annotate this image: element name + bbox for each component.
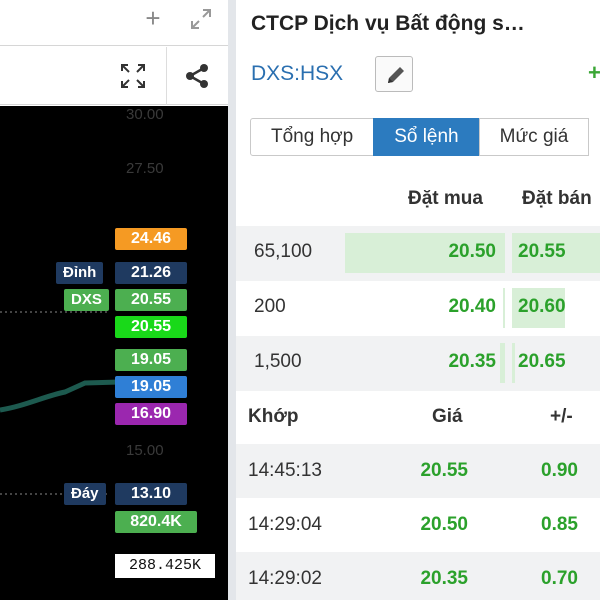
buy-price: 20.50 (448, 241, 496, 262)
detail-tabs: Tổng hợp Sổ lệnh Mức giá (250, 118, 590, 156)
sell-price: 20.65 (518, 351, 566, 372)
price-label: 20.55 (115, 316, 187, 338)
buy-volume-bar (500, 343, 505, 383)
buy-price: 20.35 (448, 351, 496, 372)
trades-header-time: Khớp (248, 406, 299, 427)
low-label: Đáy (64, 483, 106, 505)
order-volume: 200 (254, 296, 286, 317)
add-icon[interactable]: + (140, 5, 166, 32)
order-book-row: 65,100 20.50 20.55 (236, 226, 600, 281)
tab-price-levels[interactable]: Mức giá (478, 118, 590, 156)
price-label: 20.55 (115, 289, 187, 311)
pencil-icon (388, 67, 404, 83)
price-axis-tick: 27.50 (126, 160, 164, 177)
stock-detail-panel: CTCP Dịch vụ Bất động s… DXS:HSX + Tổng … (236, 0, 600, 600)
price-axis-tick: 30.00 (126, 106, 164, 123)
buy-volume-bar (503, 288, 505, 328)
order-book-row: 200 20.40 20.60 (236, 281, 600, 336)
order-book-header-sell: Đặt bán (522, 188, 592, 209)
price-series-line (0, 379, 121, 413)
trades-header-change: +/- (550, 406, 573, 427)
buy-price: 20.40 (448, 296, 496, 317)
chart-toolbar (0, 47, 228, 105)
order-volume: 65,100 (254, 241, 313, 262)
price-label: 21.26 (115, 262, 187, 284)
trade-row: 14:45:13 20.55 0.90 (236, 444, 600, 498)
sell-volume-bar (512, 343, 515, 383)
trade-price: 20.50 (420, 514, 468, 535)
price-label: 24.46 (115, 228, 187, 250)
company-title: CTCP Dịch vụ Bất động s… (251, 12, 525, 35)
trade-price: 20.55 (420, 460, 468, 481)
trade-change: 0.70 (541, 568, 578, 589)
add-to-watchlist-icon[interactable]: + (588, 60, 600, 86)
share-icon[interactable] (182, 61, 212, 91)
tab-summary[interactable]: Tổng hợp (250, 118, 375, 156)
edit-button[interactable] (375, 56, 413, 92)
trade-time: 14:29:04 (248, 514, 322, 535)
trade-change: 0.85 (541, 514, 578, 535)
order-book-row: 1,500 20.35 20.65 (236, 336, 600, 391)
chart-window-bar: + (0, 0, 228, 46)
tab-order-book[interactable]: Sổ lệnh (373, 118, 480, 156)
chart-panel: + 30.00 27.50 15.00 Đỉnh DXS Đáy 24.46 2… (0, 0, 228, 600)
expand-window-icon[interactable] (188, 6, 214, 32)
price-axis-tick: 15.00 (126, 442, 164, 459)
expand-window-glyph (191, 9, 211, 29)
trade-change: 0.90 (541, 460, 578, 481)
toolbar-separator (166, 47, 167, 105)
ticker-label: DXS (64, 289, 109, 311)
order-volume: 1,500 (254, 351, 302, 372)
price-label: 19.05 (115, 376, 187, 398)
fullscreen-icon[interactable] (118, 61, 148, 91)
volume-label: 820.4K (115, 511, 197, 533)
sell-price: 20.60 (518, 296, 566, 317)
trade-price: 20.35 (420, 568, 468, 589)
order-book-header-buy: Đặt mua (408, 188, 483, 209)
trade-row: 14:29:02 20.35 0.70 (236, 552, 600, 600)
pane-divider[interactable] (228, 0, 236, 600)
trades-header: Khớp Giá +/- (236, 392, 600, 444)
trade-time: 14:45:13 (248, 460, 322, 481)
ticker-symbol[interactable]: DXS:HSX (251, 62, 343, 86)
trade-row: 14:29:04 20.50 0.85 (236, 498, 600, 552)
sell-price: 20.55 (518, 241, 566, 262)
price-label: 16.90 (115, 403, 187, 425)
trade-time: 14:29:02 (248, 568, 322, 589)
trades-header-price: Giá (432, 406, 463, 427)
volume-total-label: 288.425K (115, 554, 215, 578)
price-label: 19.05 (115, 349, 187, 371)
price-label: 13.10 (115, 483, 187, 505)
price-chart[interactable]: 30.00 27.50 15.00 Đỉnh DXS Đáy 24.46 21.… (0, 106, 228, 600)
high-label: Đỉnh (56, 262, 104, 284)
